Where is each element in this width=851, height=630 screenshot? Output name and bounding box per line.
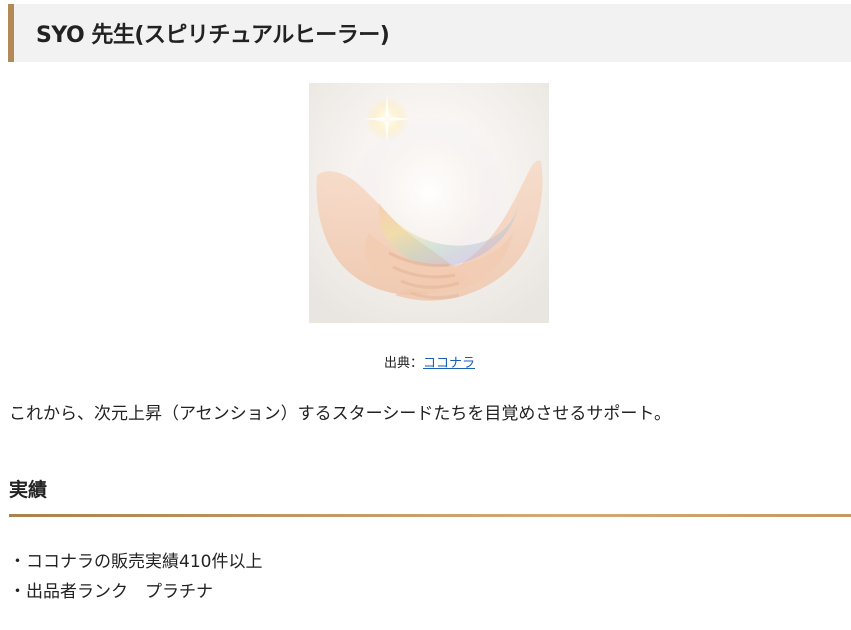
image-caption: 出典：ココナラ xyxy=(0,352,851,371)
achievements-list: ・ココナラの販売実績410件以上 ・出品者ランク プラチナ xyxy=(9,548,262,608)
hands-light-illustration xyxy=(309,83,549,323)
list-item: ・出品者ランク プラチナ xyxy=(9,582,213,602)
caption-prefix: 出典： xyxy=(383,356,423,371)
heading-box: SYO 先生(スピリチュアルヒーラー) xyxy=(8,4,851,62)
list-item: ・ココナラの販売実績410件以上 xyxy=(9,552,263,572)
heading-divider xyxy=(9,514,851,517)
achievements-heading: 実績 xyxy=(9,479,48,501)
description-text: これから、次元上昇（アセンション）するスターシードたちを目覚めさせるサポート。 xyxy=(9,404,671,424)
source-link[interactable]: ココナラ xyxy=(423,356,475,371)
section-heading: SYO 先生(スピリチュアルヒーラー) xyxy=(36,23,390,48)
article-section: SYO 先生(スピリチュアルヒーラー) 出典：ココナラ これから、次元上昇（アセ… xyxy=(0,0,851,630)
hands-light-image xyxy=(309,83,549,323)
